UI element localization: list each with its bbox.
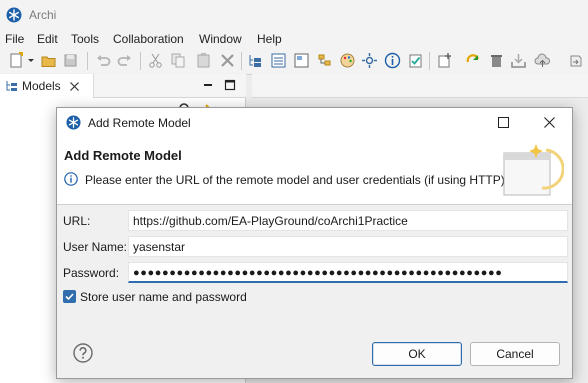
paste-icon[interactable] [195,52,212,69]
new-icon[interactable] [8,52,25,69]
editor-tabbar [252,74,588,98]
menu-help[interactable]: Help [257,32,282,46]
toolbar-separator [87,52,88,70]
commit-icon[interactable] [510,52,527,69]
username-label: User Name: [63,240,128,254]
menu-file[interactable]: File [5,32,24,46]
store-credentials-label[interactable]: Store user name and password [80,290,247,304]
toolbar-separator [140,52,141,70]
menu-edit[interactable]: Edit [37,32,58,46]
open-folder-icon[interactable] [40,52,57,69]
info-icon [64,172,78,186]
main-toolbar [0,49,588,73]
ok-button[interactable]: OK [372,342,462,366]
save-icon[interactable] [62,52,79,69]
cut-icon[interactable] [147,52,164,69]
tab-models[interactable]: Models [0,74,94,98]
navigator-icon[interactable] [316,52,333,69]
menu-tools[interactable]: Tools [71,32,99,46]
dialog-titlebar[interactable]: Add Remote Model [57,108,572,137]
chevron-down-icon[interactable] [26,52,36,69]
maximize-button[interactable] [480,108,526,137]
app-title: Archi [29,8,57,22]
menubar: File Edit Tools Collaboration Window Hel… [0,30,588,49]
app-titlebar: Archi [0,0,588,30]
dialog-header: Add Remote Model Please enter the URL of… [57,137,572,205]
wizard-banner-icon [503,144,564,196]
redo-icon[interactable] [116,52,133,69]
password-label: Password: [63,266,120,280]
trash-icon[interactable] [488,52,505,69]
tab-models-label: Models [22,79,61,93]
close-icon [543,117,555,128]
url-field[interactable]: https://github.com/EA-PlayGround/coArchi… [128,210,568,231]
maximize-icon [497,117,509,128]
outline-icon[interactable] [293,52,310,69]
models-tabbar: Models [0,74,246,98]
url-label: URL: [63,214,91,228]
store-credentials-checkbox[interactable] [63,290,76,303]
undo-icon[interactable] [95,52,112,69]
properties-icon[interactable] [270,52,287,69]
password-field[interactable]: ●●●●●●●●●●●●●●●●●●●●●●●●●●●●●●●●●●●●●●●●… [128,262,568,283]
hints-icon[interactable] [361,52,378,69]
model-tree-icon[interactable] [247,52,264,69]
delete-icon[interactable] [219,52,236,69]
validator-icon[interactable] [407,52,424,69]
minimize-view-icon[interactable] [202,79,214,91]
maximize-view-icon[interactable] [224,79,236,91]
menu-collaboration[interactable]: Collaboration [113,32,184,46]
archi-logo-icon [66,115,81,130]
close-icon[interactable] [69,81,80,92]
add-remote-icon[interactable] [436,52,453,69]
add-remote-model-dialog: Add Remote Model Add Remote Model Please… [56,107,573,379]
close-button[interactable] [526,108,572,137]
help-icon[interactable] [73,343,93,363]
toolbar-separator [241,52,242,70]
info-icon[interactable] [384,52,401,69]
copy-icon[interactable] [170,52,187,69]
toolbar-separator [429,52,430,70]
dialog-message: Please enter the URL of the remote model… [85,173,505,187]
cancel-button[interactable]: Cancel [470,342,560,366]
push-cloud-icon[interactable] [534,52,551,69]
models-tree-icon [6,81,17,91]
refresh-model-icon[interactable] [465,52,482,69]
menu-window[interactable]: Window [199,32,242,46]
palette-icon[interactable] [339,52,356,69]
sync-icon[interactable] [567,52,584,69]
dialog-header-title: Add Remote Model [64,148,182,163]
checkmark-icon [65,293,74,301]
archi-logo-icon [6,7,22,23]
dialog-title: Add Remote Model [88,116,191,130]
username-field[interactable]: yasenstar [128,236,568,257]
